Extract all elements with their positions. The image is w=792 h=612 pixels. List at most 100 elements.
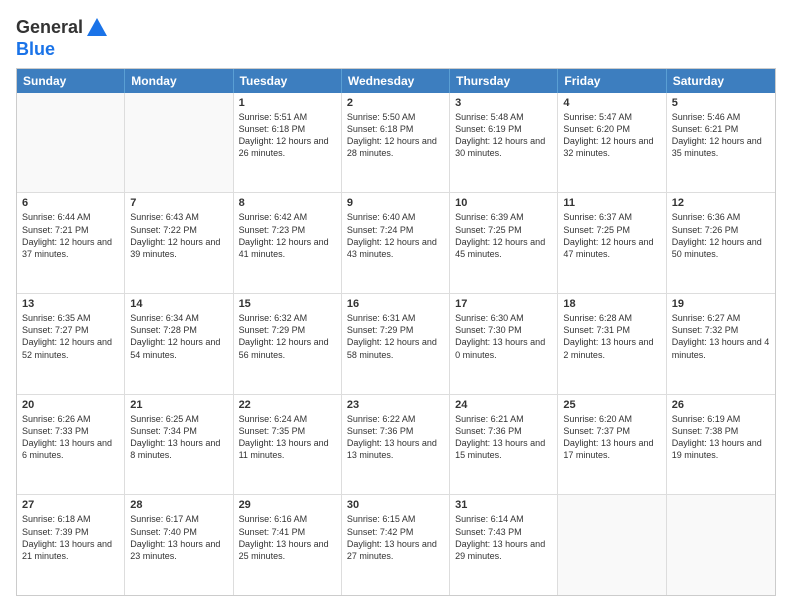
cal-cell: 15 Sunrise: 6:32 AMSunset: 7:29 PMDayligh… — [234, 294, 342, 394]
cal-header-cell-tuesday: Tuesday — [234, 69, 342, 93]
day-info: Sunrise: 6:15 AMSunset: 7:42 PMDaylight:… — [347, 513, 444, 562]
cal-header-cell-monday: Monday — [125, 69, 233, 93]
day-info: Sunrise: 6:27 AMSunset: 7:32 PMDaylight:… — [672, 312, 770, 361]
cal-cell — [125, 93, 233, 193]
day-number: 24 — [455, 399, 552, 411]
cal-week-row-4: 20Sunrise: 6:26 AMSunset: 7:33 PMDayligh… — [17, 394, 775, 495]
cal-cell — [558, 495, 666, 595]
calendar-body: 1Sunrise: 5:51 AMSunset: 6:18 PMDaylight… — [17, 93, 775, 595]
cal-header-cell-sunday: Sunday — [17, 69, 125, 93]
day-info: Sunrise: 5:51 AMSunset: 6:18 PMDaylight:… — [239, 111, 336, 160]
cal-cell: 30 Sunrise: 6:15 AMSunset: 7:42 PMDayligh… — [342, 495, 450, 595]
cal-week-row-1: 1Sunrise: 5:51 AMSunset: 6:18 PMDaylight… — [17, 93, 775, 193]
cal-cell: 16Sunrise: 6:31 AMSunset: 7:29 PMDayligh… — [342, 294, 450, 394]
day-info: Sunrise: 6:32 AMSunset: 7:29 PMDaylight:… — [239, 312, 336, 361]
day-number: 29 — [239, 499, 336, 511]
cal-header-cell-saturday: Saturday — [667, 69, 775, 93]
day-info: Sunrise: 6:16 AMSunset: 7:41 PMDaylight:… — [239, 513, 336, 562]
cal-cell: 13 Sunrise: 6:35 AMSunset: 7:27 PMDayligh… — [17, 294, 125, 394]
day-number: 28 — [130, 499, 227, 511]
cal-cell: 14 Sunrise: 6:34 AMSunset: 7:28 PMDayligh… — [125, 294, 233, 394]
cal-cell: 27Sunrise: 6:18 AMSunset: 7:39 PMDayligh… — [17, 495, 125, 595]
calendar-header-row: SundayMondayTuesdayWednesdayThursdayFrid… — [17, 69, 775, 93]
logo: General Blue — [16, 16, 109, 60]
day-info: Sunrise: 6:17 AMSunset: 7:40 PMDaylight:… — [130, 513, 227, 562]
day-number: 14 — [130, 298, 227, 310]
day-info: Sunrise: 6:34 AMSunset: 7:28 PMDaylight:… — [130, 312, 227, 361]
cal-cell: 17 Sunrise: 6:30 AMSunset: 7:30 PMDayligh… — [450, 294, 558, 394]
day-number: 18 — [563, 298, 660, 310]
day-number: 6 — [22, 197, 119, 209]
cal-cell: 12Sunrise: 6:36 AMSunset: 7:26 PMDayligh… — [667, 193, 775, 293]
logo-triangle-icon — [85, 16, 109, 40]
cal-cell: 21 Sunrise: 6:25 AMSunset: 7:34 PMDayligh… — [125, 395, 233, 495]
day-info: Sunrise: 6:20 AMSunset: 7:37 PMDaylight:… — [563, 413, 660, 462]
day-info: Sunrise: 5:47 AMSunset: 6:20 PMDaylight:… — [563, 111, 660, 160]
cal-cell: 25 Sunrise: 6:20 AMSunset: 7:37 PMDayligh… — [558, 395, 666, 495]
cal-cell: 6 Sunrise: 6:44 AMSunset: 7:21 PMDaylight… — [17, 193, 125, 293]
day-number: 30 — [347, 499, 444, 511]
day-number: 21 — [130, 399, 227, 411]
day-info: Sunrise: 6:25 AMSunset: 7:34 PMDaylight:… — [130, 413, 227, 462]
cal-cell: 19 Sunrise: 6:27 AMSunset: 7:32 PMDayligh… — [667, 294, 775, 394]
cal-cell: 10 Sunrise: 6:39 AMSunset: 7:25 PMDayligh… — [450, 193, 558, 293]
cal-cell: 5 Sunrise: 5:46 AMSunset: 6:21 PMDaylight… — [667, 93, 775, 193]
calendar: SundayMondayTuesdayWednesdayThursdayFrid… — [16, 68, 776, 596]
day-number: 7 — [130, 197, 227, 209]
page: General Blue SundayMondayTuesdayWednesda… — [0, 0, 792, 612]
cal-cell: 1Sunrise: 5:51 AMSunset: 6:18 PMDaylight… — [234, 93, 342, 193]
day-number: 10 — [455, 197, 552, 209]
day-info: Sunrise: 6:24 AMSunset: 7:35 PMDaylight:… — [239, 413, 336, 462]
logo-text-general: General — [16, 18, 83, 38]
day-info: Sunrise: 6:14 AMSunset: 7:43 PMDaylight:… — [455, 513, 552, 562]
day-number: 9 — [347, 197, 444, 209]
day-number: 31 — [455, 499, 552, 511]
cal-cell: 26 Sunrise: 6:19 AMSunset: 7:38 PMDayligh… — [667, 395, 775, 495]
day-info: Sunrise: 6:35 AMSunset: 7:27 PMDaylight:… — [22, 312, 119, 361]
day-info: Sunrise: 6:19 AMSunset: 7:38 PMDaylight:… — [672, 413, 770, 462]
day-number: 3 — [455, 97, 552, 109]
day-number: 15 — [239, 298, 336, 310]
cal-cell: 29 Sunrise: 6:16 AMSunset: 7:41 PMDayligh… — [234, 495, 342, 595]
cal-week-row-3: 13 Sunrise: 6:35 AMSunset: 7:27 PMDayligh… — [17, 293, 775, 394]
day-info: Sunrise: 6:40 AMSunset: 7:24 PMDaylight:… — [347, 211, 444, 260]
day-info: Sunrise: 6:18 AMSunset: 7:39 PMDaylight:… — [22, 513, 119, 562]
day-info: Sunrise: 6:39 AMSunset: 7:25 PMDaylight:… — [455, 211, 552, 260]
day-info: Sunrise: 6:21 AMSunset: 7:36 PMDaylight:… — [455, 413, 552, 462]
day-number: 23 — [347, 399, 444, 411]
day-number: 26 — [672, 399, 770, 411]
cal-cell: 28 Sunrise: 6:17 AMSunset: 7:40 PMDayligh… — [125, 495, 233, 595]
cal-header-cell-friday: Friday — [558, 69, 666, 93]
day-number: 20 — [22, 399, 119, 411]
day-info: Sunrise: 6:37 AMSunset: 7:25 PMDaylight:… — [563, 211, 660, 260]
day-info: Sunrise: 6:43 AMSunset: 7:22 PMDaylight:… — [130, 211, 227, 260]
day-number: 22 — [239, 399, 336, 411]
cal-cell — [17, 93, 125, 193]
logo-text-blue: Blue — [16, 40, 109, 60]
day-number: 5 — [672, 97, 770, 109]
cal-cell: 4 Sunrise: 5:47 AMSunset: 6:20 PMDaylight… — [558, 93, 666, 193]
day-info: Sunrise: 6:30 AMSunset: 7:30 PMDaylight:… — [455, 312, 552, 361]
day-info: Sunrise: 6:44 AMSunset: 7:21 PMDaylight:… — [22, 211, 119, 260]
day-number: 19 — [672, 298, 770, 310]
day-info: Sunrise: 5:48 AMSunset: 6:19 PMDaylight:… — [455, 111, 552, 160]
day-number: 25 — [563, 399, 660, 411]
day-info: Sunrise: 6:28 AMSunset: 7:31 PMDaylight:… — [563, 312, 660, 361]
cal-cell: 8Sunrise: 6:42 AMSunset: 7:23 PMDaylight… — [234, 193, 342, 293]
header: General Blue — [16, 16, 776, 60]
day-number: 17 — [455, 298, 552, 310]
cal-cell — [667, 495, 775, 595]
day-info: Sunrise: 6:36 AMSunset: 7:26 PMDaylight:… — [672, 211, 770, 260]
day-number: 13 — [22, 298, 119, 310]
day-info: Sunrise: 5:46 AMSunset: 6:21 PMDaylight:… — [672, 111, 770, 160]
cal-cell: 23 Sunrise: 6:22 AMSunset: 7:36 PMDayligh… — [342, 395, 450, 495]
cal-cell: 24 Sunrise: 6:21 AMSunset: 7:36 PMDayligh… — [450, 395, 558, 495]
day-info: Sunrise: 6:22 AMSunset: 7:36 PMDaylight:… — [347, 413, 444, 462]
cal-week-row-2: 6 Sunrise: 6:44 AMSunset: 7:21 PMDaylight… — [17, 192, 775, 293]
cal-cell: 2Sunrise: 5:50 AMSunset: 6:18 PMDaylight… — [342, 93, 450, 193]
day-number: 4 — [563, 97, 660, 109]
cal-cell: 22 Sunrise: 6:24 AMSunset: 7:35 PMDayligh… — [234, 395, 342, 495]
day-info: Sunrise: 6:42 AMSunset: 7:23 PMDaylight:… — [239, 211, 336, 260]
cal-header-cell-thursday: Thursday — [450, 69, 558, 93]
day-number: 2 — [347, 97, 444, 109]
